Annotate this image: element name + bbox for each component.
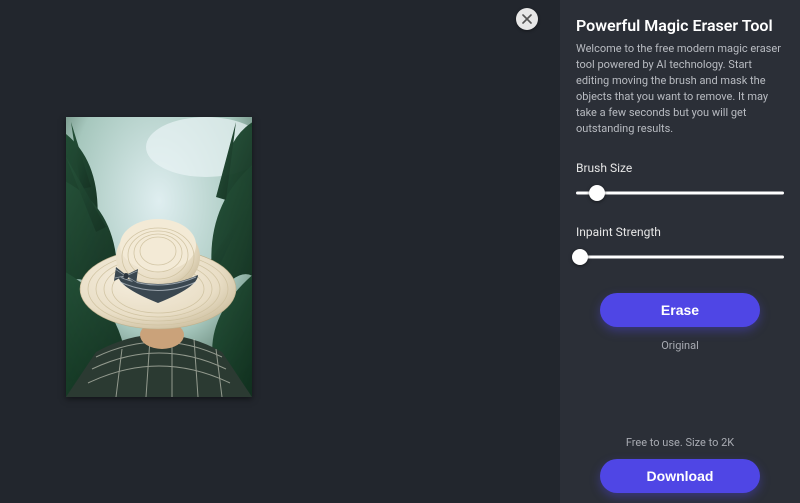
slider-track (576, 255, 784, 258)
brush-size-label: Brush Size (576, 161, 784, 175)
erase-button[interactable]: Erase (600, 293, 760, 327)
inpaint-strength-label: Inpaint Strength (576, 225, 784, 239)
download-button[interactable]: Download (600, 459, 760, 493)
panel-description: Welcome to the free modern magic eraser … (576, 41, 784, 137)
panel-title: Powerful Magic Eraser Tool (576, 16, 784, 35)
original-toggle[interactable]: Original (576, 339, 784, 352)
inpaint-strength-slider[interactable] (576, 249, 784, 265)
usage-note: Free to use. Size to 2K (576, 436, 784, 449)
slider-thumb[interactable] (572, 249, 588, 265)
side-panel: Powerful Magic Eraser Tool Welcome to th… (560, 0, 800, 503)
close-button[interactable] (516, 8, 538, 30)
erase-wrap: Erase Original (576, 293, 784, 352)
hat-photo-illustration (66, 117, 252, 397)
spacer (576, 352, 784, 436)
brush-size-slider[interactable] (576, 185, 784, 201)
intro-block: Powerful Magic Eraser Tool Welcome to th… (576, 16, 784, 137)
canvas-area (0, 0, 560, 503)
slider-thumb[interactable] (589, 185, 605, 201)
slider-track (576, 191, 784, 194)
brush-size-control: Brush Size (576, 161, 784, 201)
close-icon (522, 14, 532, 24)
inpaint-strength-control: Inpaint Strength (576, 225, 784, 265)
editing-image[interactable] (66, 117, 252, 397)
